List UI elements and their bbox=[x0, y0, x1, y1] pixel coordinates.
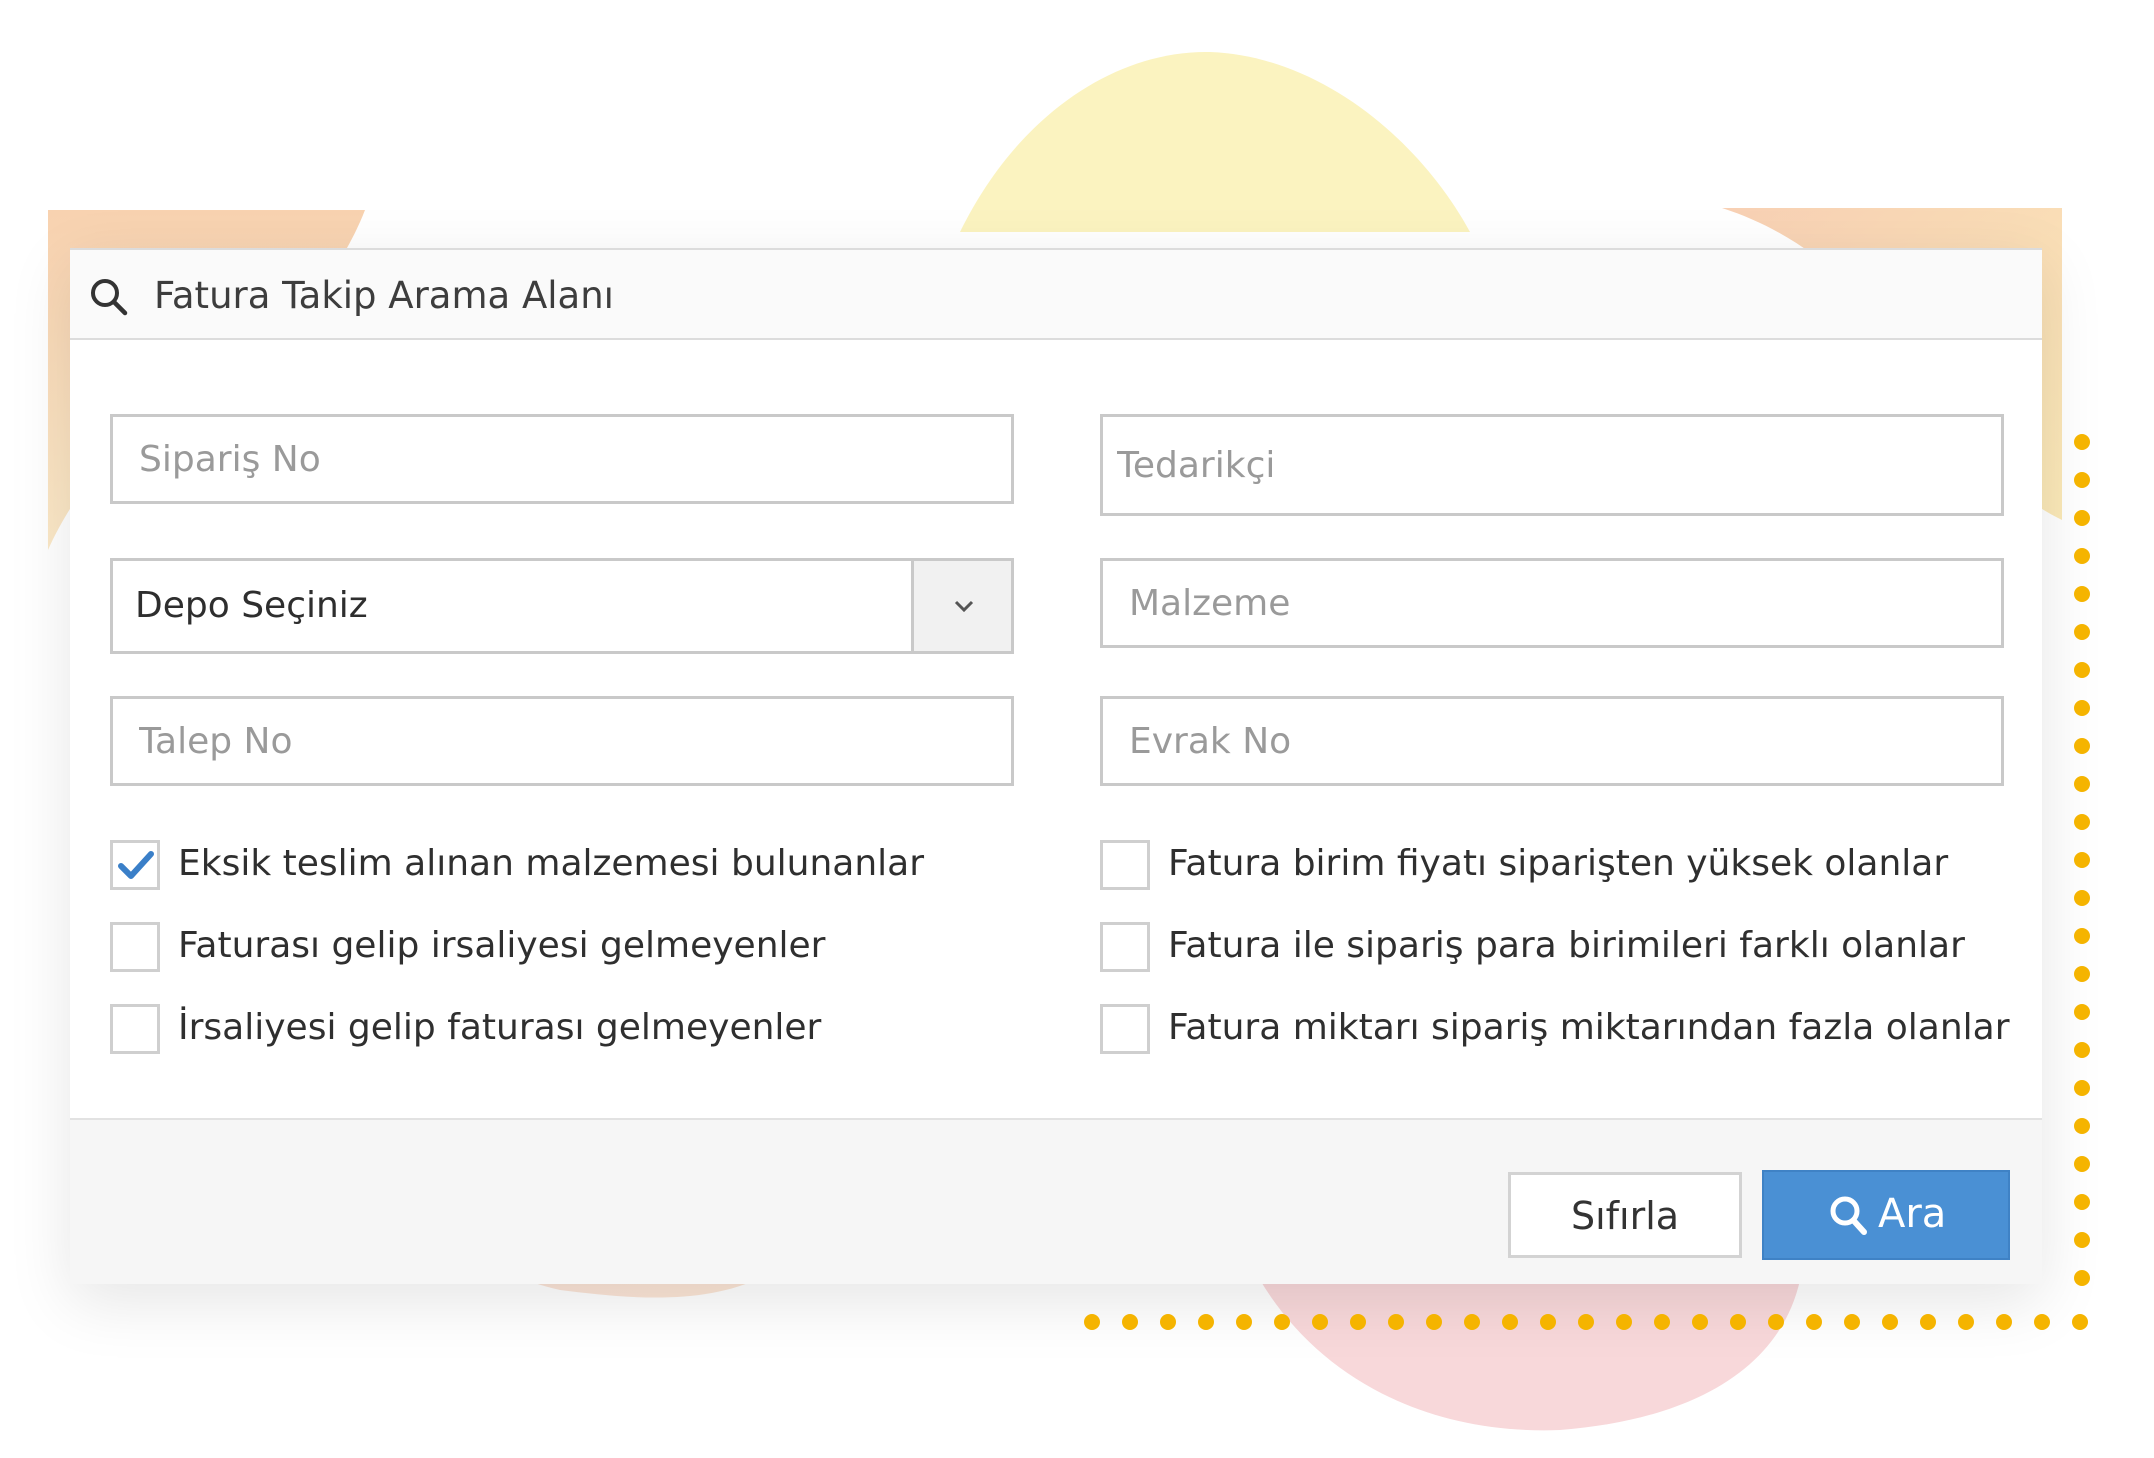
decor-dot bbox=[2074, 1194, 2090, 1210]
decor-dot bbox=[1806, 1314, 1822, 1330]
decor-dot bbox=[2074, 510, 2090, 526]
decor-dot bbox=[2074, 738, 2090, 754]
decor-dot bbox=[2074, 776, 2090, 792]
decor-dot bbox=[2074, 586, 2090, 602]
decor-dot bbox=[1958, 1314, 1974, 1330]
decor-dot bbox=[1388, 1314, 1404, 1330]
decor-dot bbox=[1578, 1314, 1594, 1330]
decor-dot bbox=[2034, 1314, 2050, 1330]
decor-dot bbox=[1122, 1314, 1138, 1330]
decor-dot bbox=[2074, 1080, 2090, 1096]
decor-dot bbox=[1654, 1314, 1670, 1330]
decor-dot bbox=[1730, 1314, 1746, 1330]
decor-dot bbox=[1996, 1314, 2012, 1330]
decor-dot bbox=[1274, 1314, 1290, 1330]
decor-dot bbox=[2074, 1042, 2090, 1058]
decor-dot bbox=[1084, 1314, 1100, 1330]
screen: Fatura Takip Arama Alanı Depo Seçiniz bbox=[0, 0, 2154, 1458]
decor-dot bbox=[1160, 1314, 1176, 1330]
decor-dot bbox=[2074, 966, 2090, 982]
decor-dot bbox=[1768, 1314, 1784, 1330]
decor-dot bbox=[1920, 1314, 1936, 1330]
decor-dot bbox=[2074, 1270, 2090, 1286]
decor-dot bbox=[2074, 852, 2090, 868]
decor-dot bbox=[1464, 1314, 1480, 1330]
decor-dot bbox=[2074, 1118, 2090, 1134]
decor-dot bbox=[1312, 1314, 1328, 1330]
decor-dot bbox=[2074, 814, 2090, 830]
decor-dot bbox=[2074, 662, 2090, 678]
dotted-border-decoration bbox=[1084, 434, 2090, 1330]
decor-dot bbox=[2074, 700, 2090, 716]
decor-dot bbox=[2074, 928, 2090, 944]
decor-dot bbox=[1540, 1314, 1556, 1330]
decor-dot bbox=[2074, 624, 2090, 640]
decor-dot bbox=[2074, 890, 2090, 906]
decor-dot bbox=[2072, 1314, 2088, 1330]
decor-dot bbox=[2074, 434, 2090, 450]
decor-dot bbox=[2074, 548, 2090, 564]
decor-dot bbox=[2074, 1004, 2090, 1020]
decor-dot bbox=[1236, 1314, 1252, 1330]
decor-dot bbox=[2074, 472, 2090, 488]
decor-dot bbox=[1198, 1314, 1214, 1330]
decor-dot bbox=[1350, 1314, 1366, 1330]
decor-dot bbox=[1882, 1314, 1898, 1330]
decor-dot bbox=[2074, 1156, 2090, 1172]
decor-dot bbox=[2074, 1232, 2090, 1248]
decor-dot bbox=[1844, 1314, 1860, 1330]
decor-dot bbox=[1502, 1314, 1518, 1330]
decor-dot bbox=[1692, 1314, 1708, 1330]
decor-dot bbox=[1616, 1314, 1632, 1330]
decor-dot bbox=[1426, 1314, 1442, 1330]
